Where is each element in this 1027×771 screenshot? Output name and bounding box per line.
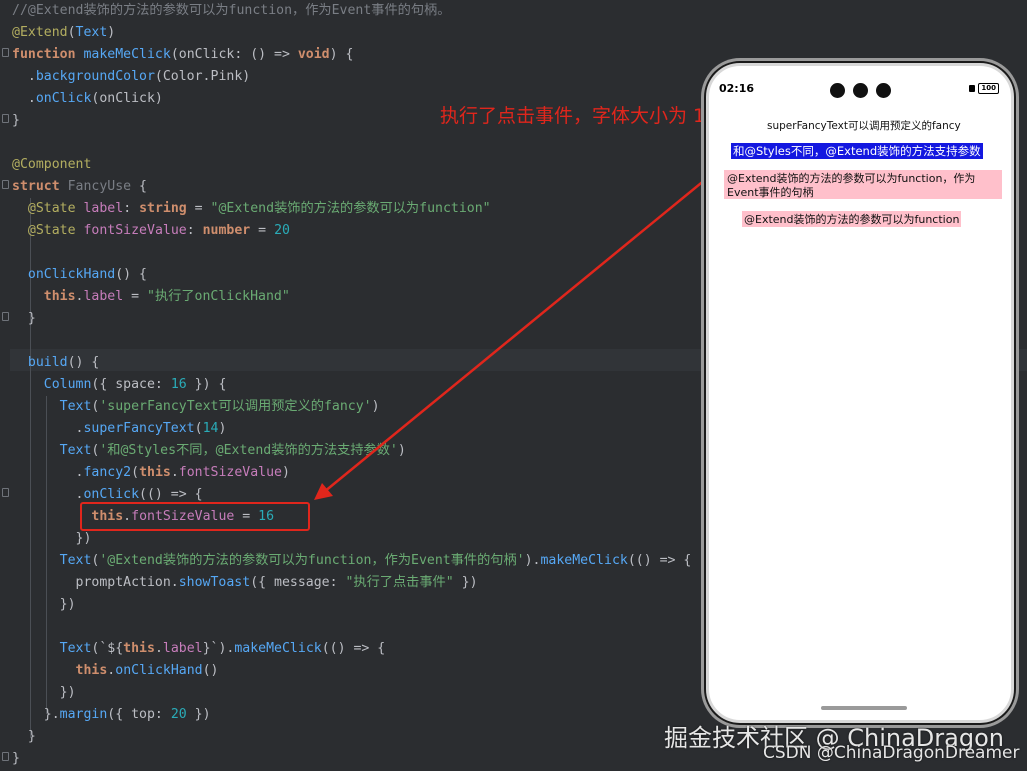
text-extend-function-bg[interactable]: @Extend装饰的方法的参数可以为function，作为 Event事件的句柄 — [724, 170, 1002, 199]
battery-icon: 100 — [978, 83, 999, 94]
text-extend-function-line2: Event事件的句柄 — [727, 186, 814, 199]
camera-icon — [853, 83, 868, 98]
camera-icon — [830, 83, 845, 98]
status-icons: 100 — [969, 83, 999, 94]
home-indicator — [821, 706, 907, 710]
status-time: 02:16 — [719, 82, 755, 95]
text-extend-params[interactable]: 和@Styles不同，@Extend装饰的方法支持参数 — [731, 143, 983, 159]
arrow-line — [323, 169, 718, 493]
camera-icon — [876, 83, 891, 98]
text-super-fancy[interactable]: superFancyText可以调用预定义的fancy — [767, 118, 961, 133]
phone-preview: 02:16 100 superFancyText可以调用预定义的fancy 和@… — [706, 63, 1014, 723]
text-label[interactable]: @Extend装饰的方法的参数可以为function — [742, 211, 962, 227]
watermark-sub: CSDN @ChinaDragonDreamer — [763, 743, 1020, 763]
lock-icon — [969, 85, 976, 92]
